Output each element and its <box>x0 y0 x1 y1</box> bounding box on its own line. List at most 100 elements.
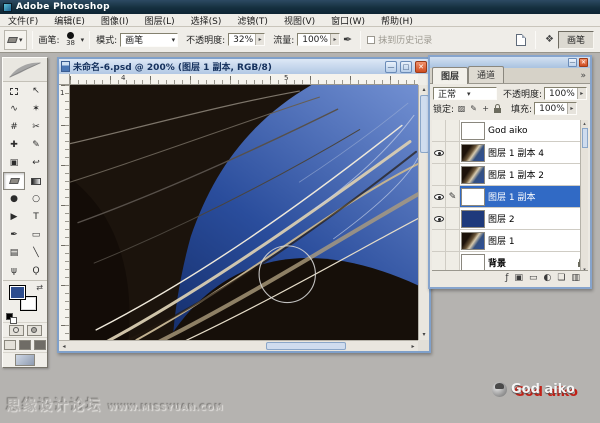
palette-scrollbar[interactable]: ▴ ▾ <box>580 120 588 274</box>
scrollbar-thumb[interactable] <box>582 128 588 148</box>
layer-visibility-toggle[interactable] <box>432 208 446 229</box>
blend-mode-dropdown[interactable]: 正常 ▾ <box>433 87 497 100</box>
lock-all-icon[interactable] <box>492 103 503 114</box>
chevron-down-icon[interactable]: ▾ <box>81 36 85 44</box>
layer-visibility-toggle[interactable] <box>432 120 446 141</box>
menu-item-window[interactable]: 窗口(W) <box>323 14 373 27</box>
slider-arrow-icon[interactable]: ▸ <box>330 34 339 45</box>
clone-stamp-tool[interactable]: ▣ <box>3 154 25 172</box>
layer-link-cell[interactable] <box>446 208 460 229</box>
layer-visibility-toggle[interactable] <box>432 164 446 185</box>
crop-tool[interactable]: # <box>3 118 25 136</box>
move-tool[interactable]: ↖ <box>25 82 47 100</box>
new-group-button[interactable]: ▭ <box>529 274 538 283</box>
layer-visibility-toggle[interactable] <box>432 230 446 251</box>
palette-close-button[interactable]: ✕ <box>579 58 588 67</box>
app-title-bar[interactable]: Adobe Photoshop <box>0 0 600 14</box>
slice-tool[interactable]: ✂ <box>25 118 47 136</box>
layer-thumbnail[interactable] <box>461 210 485 228</box>
layer-link-cell[interactable] <box>446 120 460 141</box>
menu-item-view[interactable]: 视图(V) <box>276 14 323 27</box>
tab-layers[interactable]: 图层 <box>432 67 468 84</box>
quick-mask-button[interactable] <box>27 325 42 336</box>
brush-preset-picker[interactable]: 38 <box>63 32 79 47</box>
mode-dropdown[interactable]: 画笔 ▾ <box>120 33 178 47</box>
dodge-tool[interactable]: ○ <box>25 190 47 208</box>
scroll-down-icon[interactable]: ▾ <box>422 330 425 340</box>
brush-tool[interactable]: ✎ <box>25 136 47 154</box>
fullscreen-button[interactable] <box>34 340 46 350</box>
brushes-palette-icon[interactable]: ❖ <box>545 34 554 45</box>
jump-to-imageready-button[interactable] <box>15 354 35 366</box>
layer-visibility-toggle[interactable] <box>432 186 446 207</box>
notes-tool[interactable]: ▤ <box>3 244 25 262</box>
layer-row[interactable]: 图层 2 <box>432 208 588 230</box>
fullscreen-menubar-button[interactable] <box>19 340 31 350</box>
palette-well-brushes-tab[interactable]: 画笔 <box>558 31 594 49</box>
palette-menu-icon[interactable]: » <box>580 71 586 81</box>
lock-transparency-icon[interactable]: ▨ <box>456 103 467 114</box>
layers-opacity-input[interactable]: 100% ▸ <box>544 87 587 100</box>
menu-item-layer[interactable]: 图层(L) <box>137 14 183 27</box>
lock-paint-icon[interactable]: ✎ <box>468 103 479 114</box>
lock-position-icon[interactable]: + <box>480 103 491 114</box>
slider-arrow-icon[interactable]: ▸ <box>567 103 576 114</box>
layer-style-button[interactable]: ƒ <box>505 274 508 283</box>
flow-input[interactable]: 100% ▸ <box>297 33 340 46</box>
new-layer-button[interactable]: ❏ <box>557 274 565 283</box>
standard-screen-button[interactable] <box>4 340 16 350</box>
menu-item-filter[interactable]: 滤镜(T) <box>229 14 276 27</box>
maximize-button[interactable]: □ <box>400 61 412 73</box>
menu-item-help[interactable]: 帮助(H) <box>373 14 421 27</box>
shape-tool[interactable]: ▭ <box>25 226 47 244</box>
scroll-left-icon[interactable]: ◂ <box>59 343 69 350</box>
zoom-tool[interactable]: Ϙ <box>25 262 47 280</box>
layer-row[interactable]: ✎图层 1 副本 <box>432 186 588 208</box>
layer-thumbnail[interactable] <box>461 144 485 162</box>
swap-colors-icon[interactable]: ⇄ <box>36 283 43 292</box>
slider-arrow-icon[interactable]: ▸ <box>577 88 586 99</box>
layer-link-cell[interactable] <box>446 142 460 163</box>
scroll-up-icon[interactable]: ▴ <box>422 85 425 95</box>
tab-channels[interactable]: 通道 <box>468 66 504 83</box>
resize-grip[interactable] <box>418 340 429 351</box>
lasso-tool[interactable]: ∿ <box>3 100 25 118</box>
slider-arrow-icon[interactable]: ▸ <box>255 34 264 45</box>
palette-minimize-button[interactable]: — <box>568 58 577 67</box>
menu-item-select[interactable]: 选择(S) <box>183 14 230 27</box>
menu-item-edit[interactable]: 编辑(E) <box>46 14 93 27</box>
delete-layer-button[interactable]: ▥ <box>571 274 580 283</box>
type-tool[interactable]: T <box>25 208 47 226</box>
layer-link-cell[interactable] <box>446 164 460 185</box>
rect-marquee-tool[interactable] <box>3 82 25 100</box>
layer-thumbnail[interactable] <box>461 254 485 272</box>
new-adjustment-button[interactable]: ◐ <box>544 274 552 283</box>
scroll-up-icon[interactable]: ▴ <box>583 120 586 128</box>
file-browser-icon[interactable] <box>516 34 526 46</box>
layer-row[interactable]: God aiko <box>432 120 588 142</box>
standard-mode-button[interactable] <box>9 325 24 336</box>
opacity-input[interactable]: 32% ▸ <box>228 33 265 46</box>
fill-input[interactable]: 100% ▸ <box>534 102 577 115</box>
menu-item-image[interactable]: 图像(I) <box>93 14 137 27</box>
minimize-button[interactable]: — <box>385 61 397 73</box>
gradient-tool[interactable] <box>25 172 47 190</box>
tool-preset-picker[interactable]: ▾ <box>4 30 27 50</box>
horizontal-scrollbar[interactable]: ◂ ▸ <box>59 340 418 351</box>
layer-link-cell[interactable]: ✎ <box>446 186 460 207</box>
canvas[interactable] <box>70 85 418 342</box>
scrollbar-thumb[interactable] <box>266 342 346 350</box>
layer-visibility-toggle[interactable] <box>432 142 446 163</box>
layer-thumbnail[interactable] <box>461 188 485 206</box>
default-colors-icon[interactable] <box>6 313 13 320</box>
document-title-bar[interactable]: 未命名-6.psd @ 200% (图层 1 副本, RGB/8) — □ ✕ <box>59 59 429 74</box>
layer-thumbnail[interactable] <box>461 232 485 250</box>
menu-item-file[interactable]: 文件(F) <box>0 14 46 27</box>
layer-row[interactable]: 图层 1 <box>432 230 588 252</box>
add-mask-button[interactable]: ▣ <box>515 274 524 283</box>
healing-brush-tool[interactable]: ✚ <box>3 136 25 154</box>
history-brush-tool[interactable]: ↩ <box>25 154 47 172</box>
scroll-right-icon[interactable]: ▸ <box>408 343 418 350</box>
eyedropper-tool[interactable]: ╲ <box>25 244 47 262</box>
layer-thumbnail[interactable] <box>461 166 485 184</box>
